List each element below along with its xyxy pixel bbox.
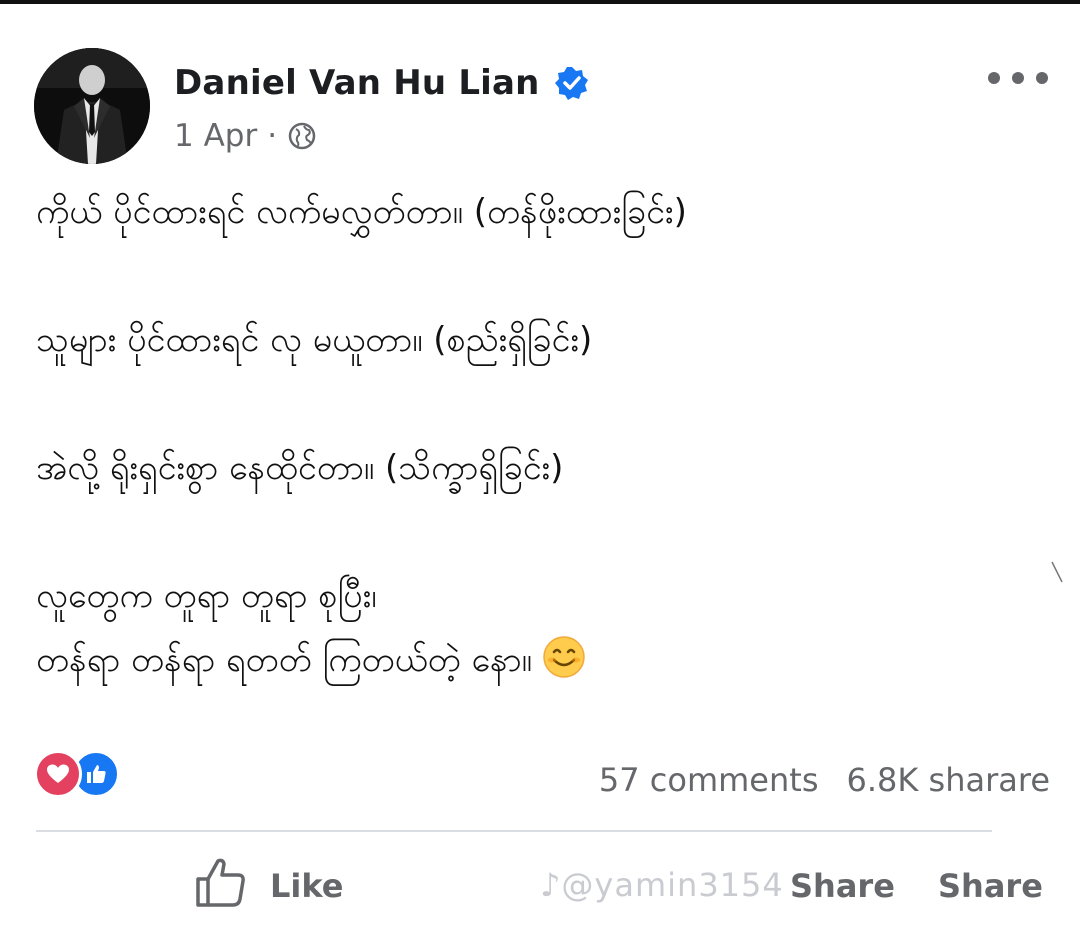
verified-badge-icon	[554, 65, 590, 101]
avatar-photo	[34, 48, 150, 164]
love-reaction-icon	[34, 750, 82, 798]
top-rule	[0, 0, 1080, 4]
author-name[interactable]: Daniel Van Hu Lian	[174, 63, 540, 103]
comments-count[interactable]: 57 comments	[599, 761, 819, 799]
post-body: ကိုယ် ပိုင်ထားရင် လက်မလွှတ်တာ။ (တန်ဖိုးထ…	[36, 180, 1036, 692]
post-line: လူတွေက တူရာ တူရာ စုပြီး၊	[36, 576, 377, 616]
post-date[interactable]: 1 Apr	[174, 118, 257, 154]
like-label: Like	[270, 867, 344, 905]
post-line: သူများ ပိုင်ထားရင် လု မယူတာ။ (စည်းရှိခြင…	[36, 320, 593, 360]
post-meta: 1 Apr ·	[174, 114, 317, 158]
more-options-icon[interactable]	[988, 62, 1048, 94]
share-button[interactable]: Share	[790, 856, 895, 916]
reactions-summary[interactable]	[34, 750, 130, 798]
post-line-last: တန်ရာ တန်ရာ ရတတ် ကြတယ်တဲ့ နော။	[36, 628, 1036, 692]
post-line: ကိုယ် ပိုင်ထားရင် လက်မလွှတ်တာ။ (တန်ဖိုးထ…	[36, 192, 687, 232]
shares-count[interactable]: 6.8K sharare	[846, 761, 1050, 799]
post-line: အဲလို့ ရိုးရှင်းစွာ နေထိုင်တာ။ (သိက္ခာရှ…	[36, 448, 564, 488]
meta-separator: ·	[267, 118, 278, 154]
author-row: Daniel Van Hu Lian	[174, 58, 590, 108]
post-line: တန်ရာ တန်ရာ ရတတ် ကြတယ်တဲ့ နော။	[36, 640, 532, 680]
more-dot	[1012, 72, 1024, 84]
smiling-face-icon	[542, 635, 586, 679]
edge-artifact	[1051, 561, 1063, 583]
share-label: Share	[938, 867, 1043, 905]
share-label: Share	[790, 867, 895, 905]
watermark: ♪@yamin3154	[540, 866, 784, 904]
like-button[interactable]: Like	[192, 856, 343, 916]
share-button-duplicate[interactable]: Share	[938, 856, 1043, 916]
engagement-stats: 57 comments 6.8K sharare	[599, 758, 1050, 802]
more-dot	[1036, 72, 1048, 84]
more-dot	[988, 72, 1000, 84]
divider	[36, 830, 992, 832]
avatar[interactable]	[34, 48, 150, 164]
globe-icon[interactable]	[287, 121, 317, 151]
thumbs-up-icon	[192, 853, 250, 919]
